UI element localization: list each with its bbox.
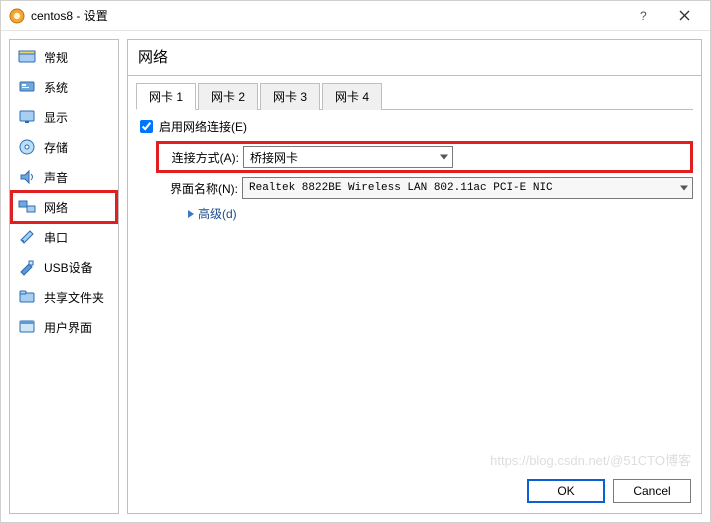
interface-name-row: 界面名称(N): Realtek 8822BE Wireless LAN 802… (136, 177, 693, 199)
watermark: https://blog.csdn.net/@51CTO博客 (490, 450, 691, 469)
sidebar-item-label: 声音 (44, 169, 68, 186)
triangle-right-icon (188, 210, 194, 218)
attached-to-select[interactable]: 桥接网卡 (243, 146, 453, 168)
sidebar-item-system[interactable]: 系统 (12, 72, 116, 102)
main-panel: 网络 网卡 1 网卡 2 网卡 3 网卡 4 启用网络连接(E) 连接方式(A)… (127, 39, 702, 514)
svg-text:?: ? (640, 10, 647, 22)
app-icon (9, 8, 25, 24)
sidebar-item-network[interactable]: 网络 (12, 192, 116, 222)
enable-network-checkbox[interactable] (140, 120, 153, 133)
sidebar-item-usb[interactable]: USB设备 (12, 252, 116, 282)
adapter-tabs: 网卡 1 网卡 2 网卡 3 网卡 4 (136, 82, 693, 110)
cancel-button[interactable]: Cancel (613, 479, 691, 503)
ui-icon (18, 318, 36, 336)
sidebar-item-label: 串口 (44, 229, 68, 246)
usb-icon (18, 258, 36, 276)
window-title: centos8 - 设置 (31, 7, 108, 24)
attached-to-label: 连接方式(A): (161, 149, 243, 166)
sidebar-item-label: 常规 (44, 49, 68, 66)
ok-button[interactable]: OK (527, 479, 605, 503)
titlebar: centos8 - 设置 ? (1, 1, 710, 31)
help-button[interactable]: ? (624, 2, 664, 30)
close-button[interactable] (664, 2, 704, 30)
sidebar-item-label: 网络 (44, 199, 68, 216)
sidebar-item-label: 共享文件夹 (44, 289, 104, 306)
main-content: 网卡 1 网卡 2 网卡 3 网卡 4 启用网络连接(E) 连接方式(A): 桥… (128, 76, 701, 473)
sidebar-item-display[interactable]: 显示 (12, 102, 116, 132)
enable-network-row: 启用网络连接(E) (140, 118, 693, 135)
sidebar-item-label: 存储 (44, 139, 68, 156)
settings-window: centos8 - 设置 ? 常规 系统 (0, 0, 711, 523)
display-icon (18, 108, 36, 126)
sidebar-item-storage[interactable]: 存储 (12, 132, 116, 162)
sidebar-item-audio[interactable]: 声音 (12, 162, 116, 192)
network-icon (18, 198, 36, 216)
interface-name-label: 界面名称(N): (160, 180, 242, 197)
sidebar-item-ui[interactable]: 用户界面 (12, 312, 116, 342)
sidebar-item-serial[interactable]: 串口 (12, 222, 116, 252)
sidebar-item-label: 系统 (44, 79, 68, 96)
serial-icon (18, 228, 36, 246)
tab-adapter-4[interactable]: 网卡 4 (322, 83, 382, 110)
sidebar: 常规 系统 显示 存储 (9, 39, 119, 514)
attached-to-row: 连接方式(A): 桥接网卡 (156, 141, 693, 173)
chevron-down-icon (440, 155, 448, 160)
enable-network-label: 启用网络连接(E) (159, 118, 247, 135)
system-icon (18, 78, 36, 96)
dialog-footer: OK Cancel (128, 473, 701, 513)
chevron-down-icon (680, 186, 688, 191)
page-title: 网络 (128, 40, 701, 76)
sidebar-item-general[interactable]: 常规 (12, 42, 116, 72)
storage-icon (18, 138, 36, 156)
body: 常规 系统 显示 存储 (1, 31, 710, 522)
interface-name-value: Realtek 8822BE Wireless LAN 802.11ac PCI… (249, 182, 553, 194)
sidebar-item-label: 用户界面 (44, 319, 92, 336)
advanced-expander[interactable]: 高级(d) (136, 205, 693, 222)
interface-name-select[interactable]: Realtek 8822BE Wireless LAN 802.11ac PCI… (242, 177, 693, 199)
general-icon (18, 48, 36, 66)
audio-icon (18, 168, 36, 186)
advanced-label: 高级(d) (198, 205, 237, 222)
shared-folder-icon (18, 288, 36, 306)
attached-to-value: 桥接网卡 (250, 149, 298, 166)
sidebar-item-shared[interactable]: 共享文件夹 (12, 282, 116, 312)
sidebar-item-label: 显示 (44, 109, 68, 126)
tab-adapter-3[interactable]: 网卡 3 (260, 83, 320, 110)
sidebar-item-label: USB设备 (44, 259, 93, 276)
tab-adapter-2[interactable]: 网卡 2 (198, 83, 258, 110)
tab-adapter-1[interactable]: 网卡 1 (136, 83, 196, 110)
